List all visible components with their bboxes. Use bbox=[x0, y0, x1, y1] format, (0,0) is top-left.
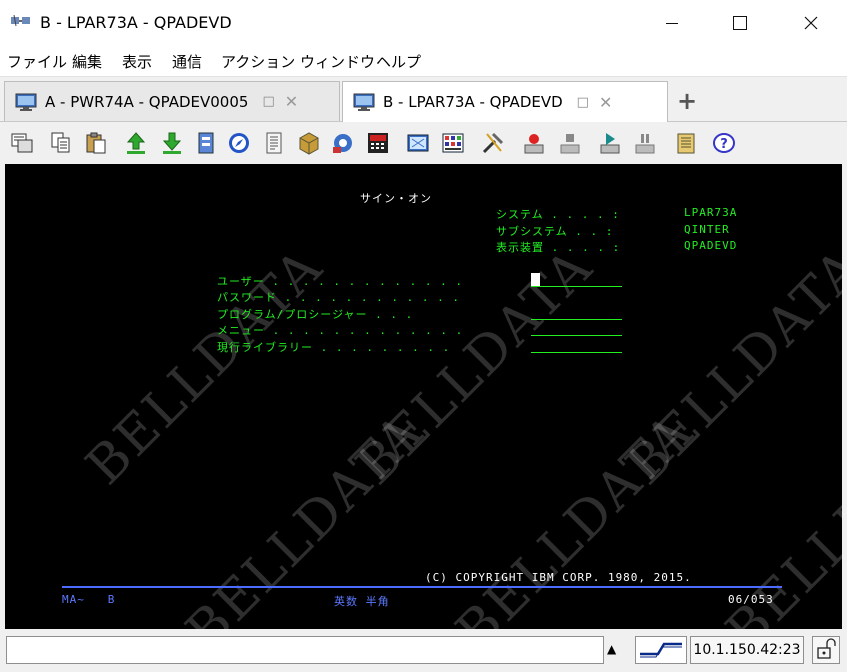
record-icon[interactable] bbox=[522, 131, 546, 155]
tab-label: B - LPAR73A - QPADEVD bbox=[383, 93, 563, 111]
library-label: 現行ライブラリー . . . . . . . . . bbox=[217, 341, 451, 354]
app-icon bbox=[11, 14, 30, 27]
tab-close-icon[interactable]: ✕ bbox=[599, 93, 612, 112]
copyright-text: (C) COPYRIGHT IBM CORP. 1980, 2015. bbox=[425, 571, 692, 584]
close-icon bbox=[804, 16, 818, 30]
program-input-field[interactable] bbox=[531, 319, 622, 320]
keypad-icon[interactable] bbox=[441, 131, 465, 155]
keyboard-icon[interactable] bbox=[366, 131, 390, 155]
help-icon[interactable]: ? bbox=[712, 131, 736, 155]
tab-close-icon[interactable]: ✕ bbox=[285, 92, 298, 111]
add-tab-icon[interactable]: + bbox=[672, 87, 702, 115]
watermark: BELLDATA bbox=[445, 401, 705, 629]
menu-view[interactable]: 表示 bbox=[122, 51, 152, 72]
host-address: 10.1.150.42:23 bbox=[690, 636, 804, 664]
menu-window[interactable]: ウィンドウ bbox=[300, 51, 375, 72]
oia-separator bbox=[62, 586, 782, 588]
pause-icon[interactable] bbox=[633, 131, 657, 155]
system-label: システム . . . . : bbox=[496, 208, 620, 221]
send-file-icon[interactable] bbox=[124, 131, 148, 155]
tab-detach-icon[interactable]: □ bbox=[262, 94, 274, 109]
tab-detach-icon[interactable]: □ bbox=[577, 95, 589, 110]
window-title: B - LPAR73A - QPADEVD bbox=[40, 13, 232, 32]
macro-icon[interactable] bbox=[331, 131, 355, 155]
copy-icon[interactable] bbox=[49, 131, 73, 155]
sign-on-title: サイン・オン bbox=[360, 192, 432, 205]
navigator-icon[interactable] bbox=[227, 131, 251, 155]
clipboard-icon[interactable] bbox=[674, 131, 698, 155]
password-label: パスワード . . . . . . . . . . . . bbox=[217, 291, 460, 304]
menu-help[interactable]: ヘルプ bbox=[376, 51, 421, 72]
user-label: ユーザー . . . . . . . . . . . . . bbox=[217, 275, 463, 288]
menu-communication[interactable]: 通信 bbox=[172, 51, 202, 72]
menu-label: メニュー . . . . . . . . . . . . . bbox=[217, 324, 464, 337]
notes-icon[interactable] bbox=[262, 131, 286, 155]
stop-icon[interactable] bbox=[558, 131, 582, 155]
subsystem-value: QINTER bbox=[684, 223, 730, 236]
status-bar: ▲ 10.1.150.42:23 bbox=[0, 630, 847, 672]
maximize-button[interactable] bbox=[717, 0, 763, 46]
system-value: LPAR73A bbox=[684, 206, 738, 219]
oia-status: MA~ B bbox=[62, 593, 116, 606]
text-cursor bbox=[531, 273, 540, 287]
subsystem-label: サブシステム . . : bbox=[496, 225, 614, 238]
session-tab-bar: A - PWR74A - QPADEV0005 □ ✕ B - LPAR73A … bbox=[0, 77, 847, 122]
play-icon[interactable] bbox=[598, 131, 622, 155]
paste-icon[interactable] bbox=[84, 131, 108, 155]
lock-status bbox=[812, 636, 840, 664]
maximize-icon bbox=[733, 16, 747, 30]
menu-bar: ファイル 編集 表示 通信 アクション ウィンドウ ヘルプ bbox=[0, 46, 847, 77]
print-screen-icon[interactable] bbox=[194, 131, 218, 155]
tab-label: A - PWR74A - QPADEV0005 bbox=[45, 92, 249, 111]
toolbar: ? bbox=[0, 122, 847, 164]
title-bar: B - LPAR73A - QPADEVD bbox=[0, 0, 847, 46]
close-button[interactable] bbox=[788, 0, 834, 46]
menu-file[interactable]: ファイル bbox=[7, 51, 67, 72]
tools-icon[interactable] bbox=[481, 131, 505, 155]
menu-input-field[interactable] bbox=[531, 335, 622, 336]
oia-cursor-position: 06/053 bbox=[728, 593, 774, 606]
scroll-up-icon[interactable]: ▲ bbox=[607, 642, 616, 656]
oia-input-mode: 英数 半角 bbox=[334, 595, 390, 608]
display-value: QPADEVD bbox=[684, 239, 738, 252]
receive-file-icon[interactable] bbox=[160, 131, 184, 155]
menu-actions[interactable]: アクション bbox=[221, 51, 295, 72]
svg-text:?: ? bbox=[720, 137, 728, 152]
tab-session-a[interactable]: A - PWR74A - QPADEV0005 □ ✕ bbox=[4, 81, 340, 121]
menu-edit[interactable]: 編集 bbox=[72, 51, 102, 72]
minimize-icon bbox=[666, 22, 678, 24]
lock-icon bbox=[817, 638, 836, 659]
watermark: BELLDATA bbox=[175, 401, 435, 629]
monitor-icon bbox=[353, 93, 375, 111]
display-icon[interactable] bbox=[406, 131, 430, 155]
connection-status bbox=[635, 636, 687, 664]
terminal-screen[interactable]: BELLDATA BELLDATA BELLDATA BELLDATA BELL… bbox=[5, 164, 842, 629]
program-label: プログラム/プロシージャー . . . bbox=[217, 308, 414, 321]
library-input-field[interactable] bbox=[531, 352, 622, 353]
user-input-field[interactable] bbox=[531, 286, 622, 287]
minimize-button[interactable] bbox=[649, 0, 695, 46]
status-message-field bbox=[6, 636, 604, 664]
connection-status-icon bbox=[640, 642, 682, 658]
tab-session-b[interactable]: B - LPAR73A - QPADEVD □ ✕ bbox=[342, 81, 668, 122]
monitor-icon bbox=[15, 93, 37, 111]
display-label: 表示装置 . . . . : bbox=[496, 241, 621, 254]
package-icon[interactable] bbox=[297, 131, 321, 155]
copy-screen-icon[interactable] bbox=[10, 131, 34, 155]
